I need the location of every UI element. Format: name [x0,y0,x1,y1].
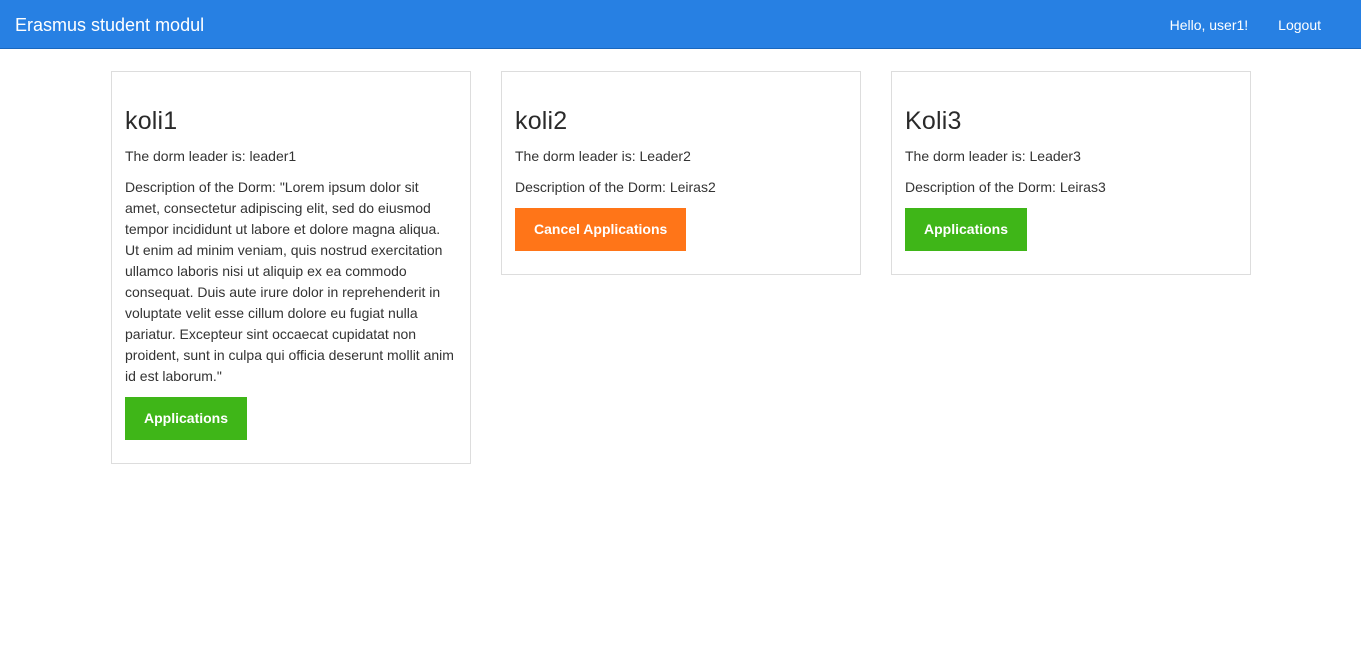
dorm-name: koli2 [515,107,568,135]
dorm-description-text: Description of the Dorm: Leiras2 [515,179,716,195]
dorm-name: koli1 [125,107,178,135]
user-greeting-link[interactable]: Hello, user1! [1155,15,1264,35]
cancel-applications-button[interactable]: Cancel Applications [515,208,687,251]
dorm-card-koli1: koli1 The dorm leader is: leader1 Descri… [111,71,471,464]
dorm-leader-text: The dorm leader is: leader1 [125,148,297,164]
dorm-card-koli2: koli2 The dorm leader is: Leader2 Descri… [501,71,861,275]
dorm-leader-text: The dorm leader is: Leader3 [905,148,1081,164]
top-navbar: Erasmus student modul Hello, user1! Logo… [0,0,1361,49]
logout-link[interactable]: Logout [1263,15,1361,35]
dorm-description-text: Description of the Dorm: "Lorem ipsum do… [125,179,454,384]
app-brand-link[interactable]: Erasmus student modul [15,14,204,36]
dorm-description-text: Description of the Dorm: Leiras3 [905,179,1106,195]
navbar-right-menu: Hello, user1! Logout [1155,0,1361,49]
applications-button[interactable]: Applications [905,208,1028,251]
dorm-name: Koli3 [905,107,962,135]
dorm-card-koli3: Koli3 The dorm leader is: Leader3 Descri… [891,71,1251,275]
applications-button[interactable]: Applications [125,397,248,440]
dorm-leader-text: The dorm leader is: Leader2 [515,148,691,164]
